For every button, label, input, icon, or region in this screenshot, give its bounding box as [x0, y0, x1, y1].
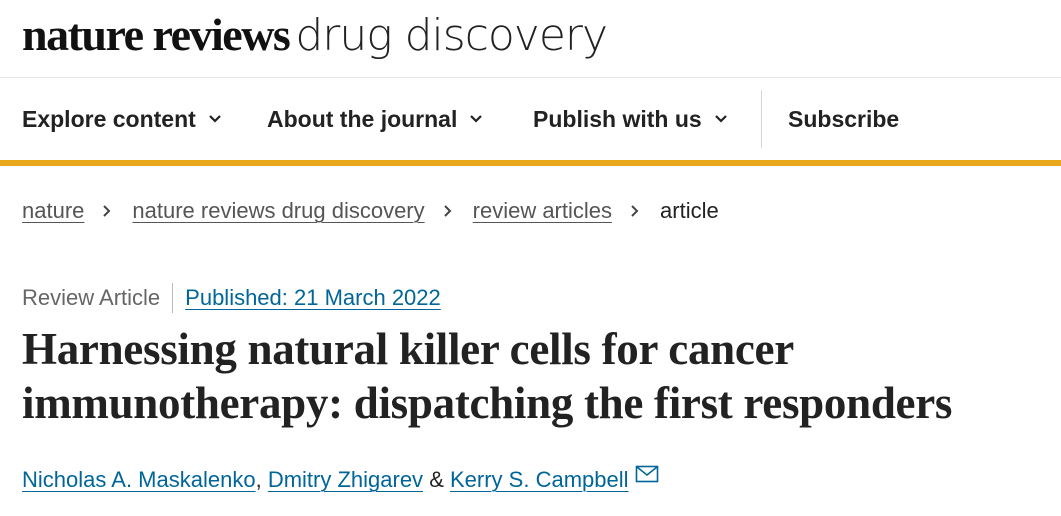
author-separator: , — [255, 467, 262, 492]
nav-item-label: About the journal — [267, 105, 458, 132]
breadcrumb-review-articles[interactable]: review articles — [473, 198, 612, 224]
nav-explore-content[interactable]: Explore content — [22, 78, 224, 160]
chevron-right-icon — [631, 205, 639, 217]
nav-item-label: Publish with us — [533, 105, 702, 132]
logo-bold-text: nature reviews — [22, 9, 291, 60]
nav-item-label: Subscribe — [788, 105, 900, 132]
nav-separator — [761, 90, 762, 148]
published-date-link[interactable]: Published: 21 March 2022 — [185, 285, 441, 311]
breadcrumb-nature[interactable]: nature — [22, 198, 84, 224]
author-list: Nicholas A. Maskalenko, Dmitry Zhigarev … — [22, 465, 659, 493]
breadcrumb: nature nature reviews drug discovery rev… — [22, 198, 719, 224]
article-title: Harnessing natural killer cells for canc… — [22, 324, 953, 428]
chevron-down-icon — [714, 115, 727, 123]
chevron-right-icon — [103, 205, 111, 217]
author-separator: & — [429, 467, 444, 492]
meta-divider — [172, 283, 174, 313]
breadcrumb-current: article — [660, 198, 719, 223]
chevron-down-icon — [209, 115, 221, 123]
article-type: Review Article — [22, 285, 161, 310]
chevron-down-icon — [470, 115, 483, 123]
logo-light-text: drug discovery — [295, 10, 608, 61]
nav-publish-with-us[interactable]: Publish with us — [533, 78, 730, 160]
nav-item-label: Explore content — [22, 105, 196, 132]
author-link[interactable]: Dmitry Zhigarev — [268, 467, 423, 493]
journal-logo[interactable]: nature reviews drug discovery — [22, 6, 608, 64]
breadcrumb-journal[interactable]: nature reviews drug discovery — [132, 198, 424, 224]
main-nav: Explore content About the journal Publis… — [0, 78, 1061, 160]
accent-bar — [0, 160, 1061, 166]
author-link[interactable]: Kerry S. Campbell — [450, 467, 629, 493]
mail-icon[interactable] — [635, 465, 659, 483]
author-link[interactable]: Nicholas A. Maskalenko — [22, 467, 256, 493]
nav-subscribe[interactable]: Subscribe — [788, 78, 899, 160]
article-meta: Review Article Published: 21 March 2022 — [22, 283, 441, 313]
nav-about-journal[interactable]: About the journal — [267, 78, 485, 160]
chevron-right-icon — [443, 205, 452, 217]
